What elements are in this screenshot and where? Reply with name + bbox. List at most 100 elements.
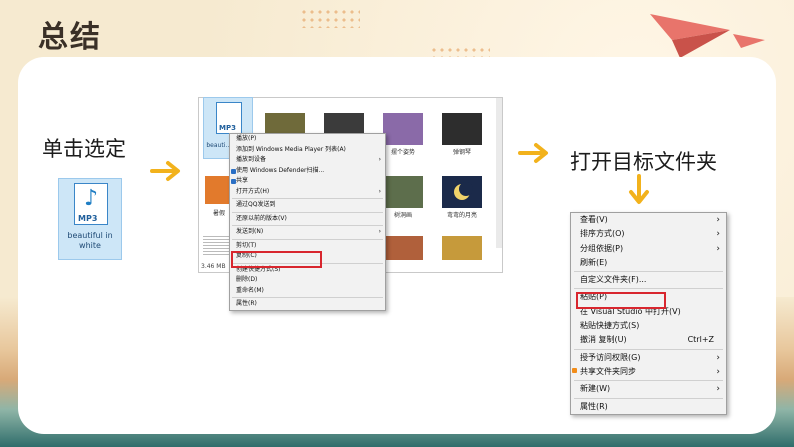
- menu-item-label: 播放(P): [236, 135, 257, 142]
- menu-item-label: 重命名(M): [236, 286, 264, 294]
- menu-separator: [574, 397, 723, 399]
- step2-label: 打开目标文件夹: [570, 150, 717, 174]
- menu-item[interactable]: 打开方式(H) ›: [230, 187, 385, 198]
- menu-item-label: 删除(D): [236, 276, 258, 283]
- thumbnail-label: 摆个姿势: [390, 149, 415, 156]
- scrollbar[interactable]: [496, 98, 502, 248]
- thumbnail[interactable]: [442, 176, 482, 208]
- chevron-right-icon: ›: [378, 187, 381, 195]
- menu-item[interactable]: 添加到 Windows Media Player 列表(A): [230, 145, 385, 156]
- menu-item[interactable]: 删除(D): [230, 275, 385, 286]
- menu-item-label: 发送到(N): [236, 228, 264, 235]
- menu-separator: [574, 271, 723, 273]
- step1-label: 单击选定: [42, 137, 126, 161]
- paper-plane-icon: [733, 34, 765, 48]
- chevron-right-icon: ›: [716, 384, 720, 395]
- paper-plane-icon: [650, 14, 730, 58]
- menu-item[interactable]: 还原以前的版本(V): [230, 214, 385, 225]
- thumbnail[interactable]: [442, 236, 482, 260]
- menu-separator: [574, 348, 723, 350]
- thumbnail-label: 弹钢琴: [452, 149, 471, 156]
- menu-item[interactable]: 剪切(T): [230, 241, 385, 252]
- menu-separator: [232, 211, 383, 213]
- moon-icon: [454, 182, 473, 200]
- thumbnail[interactable]: [383, 176, 423, 208]
- chevron-right-icon: ›: [716, 243, 720, 254]
- menu-item[interactable]: 共享: [230, 176, 385, 187]
- menu-item-label: 授予访问权限(G): [580, 352, 641, 362]
- menu-item[interactable]: 新建(W) ›: [571, 382, 726, 396]
- chevron-right-icon: ›: [716, 229, 720, 240]
- menu-item[interactable]: 通过QQ发送到: [230, 200, 385, 211]
- menu-item-label: 使用 Windows Defender扫描...: [236, 166, 325, 174]
- menu-item-label: 新建(W): [580, 384, 611, 394]
- menu-item-label: 属性(R): [236, 300, 257, 307]
- menu-item[interactable]: 分组依据(P) ›: [571, 242, 726, 256]
- menu-item[interactable]: 使用 Windows Defender扫描...: [230, 166, 385, 177]
- menu-item-shortcut: Ctrl+Z: [687, 335, 714, 345]
- menu-item-label: 还原以前的版本(V): [236, 214, 287, 222]
- menu-separator: [574, 288, 723, 290]
- chevron-right-icon: ›: [716, 352, 720, 363]
- chevron-right-icon: ›: [378, 156, 381, 163]
- menu-item[interactable]: 属性(R): [230, 299, 385, 310]
- right-arrow-icon: [518, 143, 548, 163]
- menu-item-label: 排序方式(O): [580, 229, 625, 239]
- mp3-file-item[interactable]: ♪ MP3 beautiful in white: [58, 178, 122, 260]
- menu-item-label: 自定义文件夹(F)...: [580, 275, 647, 285]
- thumbnail[interactable]: [383, 113, 423, 145]
- menu-item-label: 属性(R): [580, 401, 608, 411]
- highlight-box: [231, 251, 322, 268]
- music-note-icon: ♪: [84, 186, 99, 211]
- file-context-menu: 播放(P) 添加到 Windows Media Player 列表(A) 播放到设备…: [229, 133, 386, 311]
- menu-item-label: 共享: [236, 177, 249, 184]
- menu-separator: [232, 198, 383, 199]
- menu-item-label: 播放到设备: [236, 156, 267, 163]
- menu-item-label: 打开方式(H): [236, 187, 270, 195]
- menu-item[interactable]: 播放到设备 ›: [230, 155, 385, 166]
- chevron-right-icon: ›: [716, 215, 720, 225]
- menu-item-label: 分组依据(P): [580, 243, 624, 253]
- menu-item[interactable]: 刷新(E): [571, 256, 726, 270]
- status-size: 3.46 MB: [201, 263, 226, 270]
- menu-item-label: 剪切(T): [236, 241, 257, 249]
- file-type-label: MP3: [219, 124, 236, 132]
- menu-item[interactable]: 重命名(M): [230, 286, 385, 297]
- menu-separator: [232, 225, 383, 226]
- menu-item[interactable]: 粘贴快捷方式(S): [571, 319, 726, 333]
- slide-title: 总结: [38, 20, 102, 55]
- thumbnail-label: 弯弯的月亮: [446, 212, 477, 219]
- menu-separator: [232, 297, 383, 298]
- menu-item[interactable]: 撤消 复制(U) Ctrl+Z: [571, 333, 726, 347]
- menu-item-label: 刷新(E): [580, 257, 608, 267]
- menu-separator: [574, 380, 723, 382]
- file-type-label: MP3: [78, 214, 98, 223]
- menu-item-label: 查看(V): [580, 215, 608, 224]
- menu-item-label: 添加到 Windows Media Player 列表(A): [236, 145, 346, 153]
- menu-item[interactable]: 发送到(N) ›: [230, 227, 385, 238]
- menu-item[interactable]: 排序方式(O) ›: [571, 227, 726, 241]
- menu-item-label: 粘贴快捷方式(S): [580, 321, 640, 331]
- mp3-file-icon: ♪ MP3: [74, 183, 108, 225]
- thumbnail-label: 树洞画: [393, 212, 412, 219]
- menu-separator: [232, 238, 383, 240]
- menu-item[interactable]: 自定义文件夹(F)...: [571, 273, 726, 287]
- menu-item-label: 通过QQ发送到: [236, 201, 276, 208]
- thumbnail[interactable]: [442, 113, 482, 145]
- shield-icon: [231, 168, 236, 174]
- menu-item[interactable]: 授予访问权限(G) ›: [571, 351, 726, 365]
- sync-icon: [572, 367, 577, 373]
- menu-item[interactable]: 播放(P): [230, 134, 385, 145]
- file-name: beautiful in white: [67, 231, 113, 250]
- thumbnail[interactable]: [383, 236, 423, 260]
- menu-item[interactable]: 查看(V) ›: [571, 213, 726, 227]
- menu-item-label: 撤消 复制(U): [580, 335, 627, 345]
- down-arrow-icon: [629, 174, 649, 204]
- highlight-box: [576, 292, 666, 309]
- chevron-right-icon: ›: [378, 228, 381, 235]
- menu-item[interactable]: 属性(R): [571, 400, 726, 414]
- chevron-right-icon: ›: [716, 366, 720, 377]
- mp3-file-icon: MP3: [216, 102, 242, 134]
- folder-context-menu: 查看(V) › 排序方式(O) › 分组依据(P) › 刷新(E) 自定义文件夹(F)... 粘…: [570, 212, 727, 415]
- menu-item[interactable]: 共享文件夹同步 ›: [571, 365, 726, 379]
